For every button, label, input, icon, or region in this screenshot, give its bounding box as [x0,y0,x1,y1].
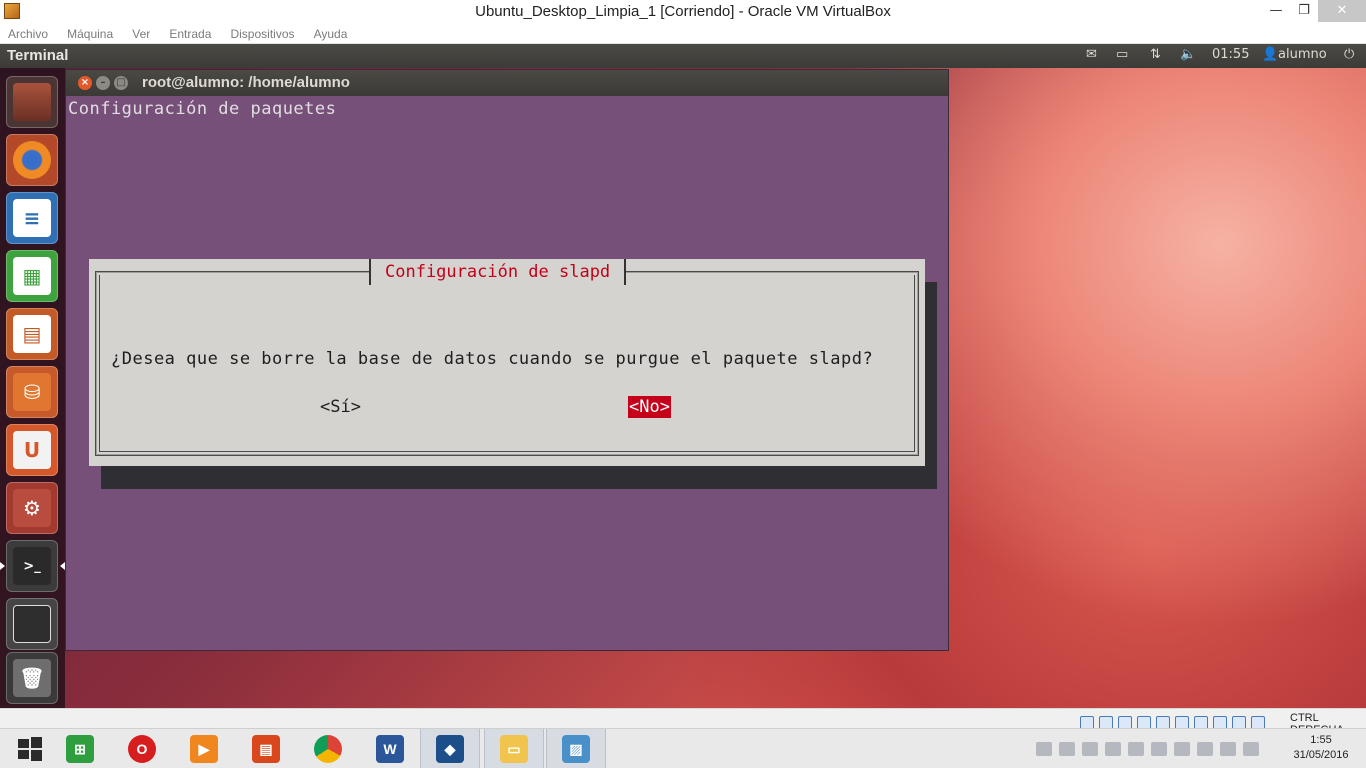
media-player-icon: ▶ [190,735,218,763]
user-icon[interactable]: 👤 [1262,47,1278,62]
dialog-title: Configuración de slapd [369,259,627,285]
taskbar-word[interactable]: W [360,729,420,768]
virtualbox-statusbar: CTRL DERECHA [0,708,1366,736]
power-options-icon[interactable] [1059,741,1075,756]
trash-icon[interactable]: 🗑 [6,652,58,704]
monitor-icon[interactable] [1128,741,1144,756]
usb-tray-icon[interactable] [1197,741,1213,756]
menu-entrada[interactable]: Entrada [169,27,211,41]
nvidia-icon[interactable] [1105,741,1121,756]
unity-launcher: ≡ ▦ ▤ ⛁ U ⚙ >_ 🗑 [0,68,65,708]
dialog-question: ¿Desea que se borre la base de datos cua… [111,349,874,369]
mail-icon[interactable]: ✉ [1086,47,1097,62]
taskbar-opera[interactable]: O [112,729,172,768]
software-center-icon[interactable]: ⛁ [6,366,58,418]
avast-icon[interactable] [1220,741,1236,756]
workspace-switcher-icon[interactable] [6,598,58,650]
active-app-name: Terminal [7,47,69,64]
volume-icon[interactable]: 🔈 [1180,47,1196,62]
folder-icon: ▭ [500,735,528,763]
network-icon[interactable]: ⇅ [1150,47,1161,62]
taskbar-presentation[interactable]: ▤ [236,729,296,768]
taskbar-chrome[interactable] [298,729,358,768]
menu-ver[interactable]: Ver [132,27,150,41]
taskbar-store[interactable]: ⊞ [50,729,110,768]
terminal-body[interactable]: Configuración de paquetes Configuración … [66,96,948,650]
guest-screen[interactable]: Terminal ✉ ▭ ⇅ 🔈 01:55 👤 alumno ⏻ ≡ ▦ ▤ … [0,44,1366,708]
virtualbox-menubar: Archivo Máquina Ver Entrada Dispositivos… [0,23,1366,44]
calc-icon[interactable]: ▦ [6,250,58,302]
taskbar-media-player[interactable]: ▶ [174,729,234,768]
close-button[interactable]: ✕ [1318,0,1366,22]
window-title: Ubuntu_Desktop_Limpia_1 [Corriendo] - Or… [475,3,891,20]
slapd-dialog: Configuración de slapd ¿Desea que se bor… [89,259,925,466]
windows-logo-icon [18,737,42,761]
virtualbox-titlebar: Ubuntu_Desktop_Limpia_1 [Corriendo] - Or… [0,0,1366,23]
terminal-minimize-button[interactable]: – [96,76,110,90]
terminal-close-button[interactable]: × [78,76,92,90]
panel-user[interactable]: alumno [1278,47,1327,62]
menu-archivo[interactable]: Archivo [8,27,48,41]
signal-icon[interactable] [1036,741,1052,756]
ubuntu-one-icon[interactable]: U [6,424,58,476]
package-config-header: Configuración de paquetes [68,99,337,119]
store-icon: ⊞ [66,735,94,763]
network-error-icon[interactable] [1151,741,1167,756]
battery-icon[interactable]: ▭ [1116,47,1128,62]
no-button[interactable]: <No> [628,396,671,418]
menu-maquina[interactable]: Máquina [67,27,113,41]
terminal-launcher-icon[interactable]: >_ [0,540,65,592]
photos-icon: ▨ [562,735,590,763]
dash-home-icon[interactable] [6,76,58,128]
presentation-icon: ▤ [252,735,280,763]
impress-icon[interactable]: ▤ [6,308,58,360]
menu-dispositivos[interactable]: Dispositivos [230,27,294,41]
terminal-window[interactable]: × – □ root@alumno: /home/alumno Configur… [65,69,949,651]
system-settings-icon[interactable]: ⚙ [6,482,58,534]
windows-tray-icon[interactable] [1082,741,1098,756]
terminal-title: root@alumno: /home/alumno [142,74,350,91]
windows-taskbar: ⊞ O ▶ ▤ W ◆ ▭ ▨ 1:55 31/05/2016 [0,728,1366,768]
power-icon[interactable]: ⏻ [1344,47,1354,62]
virtualbox-icon: ◆ [436,735,464,763]
maximize-button[interactable]: ❐ [1290,0,1318,22]
chrome-icon [314,735,342,763]
yes-button[interactable]: <Sí> [319,396,362,418]
clock-time: 1:55 [1310,734,1332,746]
taskbar-photos[interactable]: ▨ [546,729,606,768]
notifications-icon[interactable] [1243,741,1259,756]
taskbar-clock[interactable]: 1:55 31/05/2016 [1290,733,1352,763]
terminal-maximize-button[interactable]: □ [114,76,128,90]
panel-clock[interactable]: 01:55 [1212,47,1249,62]
opera-icon: O [128,735,156,763]
display-tray-icon[interactable] [1174,741,1190,756]
word-icon: W [376,735,404,763]
menu-ayuda[interactable]: Ayuda [314,27,348,41]
taskbar-file-explorer[interactable]: ▭ [484,729,544,768]
taskbar-virtualbox[interactable]: ◆ [420,729,480,768]
ubuntu-top-panel: Terminal ✉ ▭ ⇅ 🔈 01:55 👤 alumno ⏻ [0,44,1366,68]
writer-icon[interactable]: ≡ [6,192,58,244]
firefox-icon[interactable] [6,134,58,186]
terminal-titlebar[interactable]: × – □ root@alumno: /home/alumno [66,70,948,96]
clock-date: 31/05/2016 [1293,749,1349,761]
minimize-button[interactable]: — [1262,0,1290,22]
system-tray [1036,741,1266,756]
